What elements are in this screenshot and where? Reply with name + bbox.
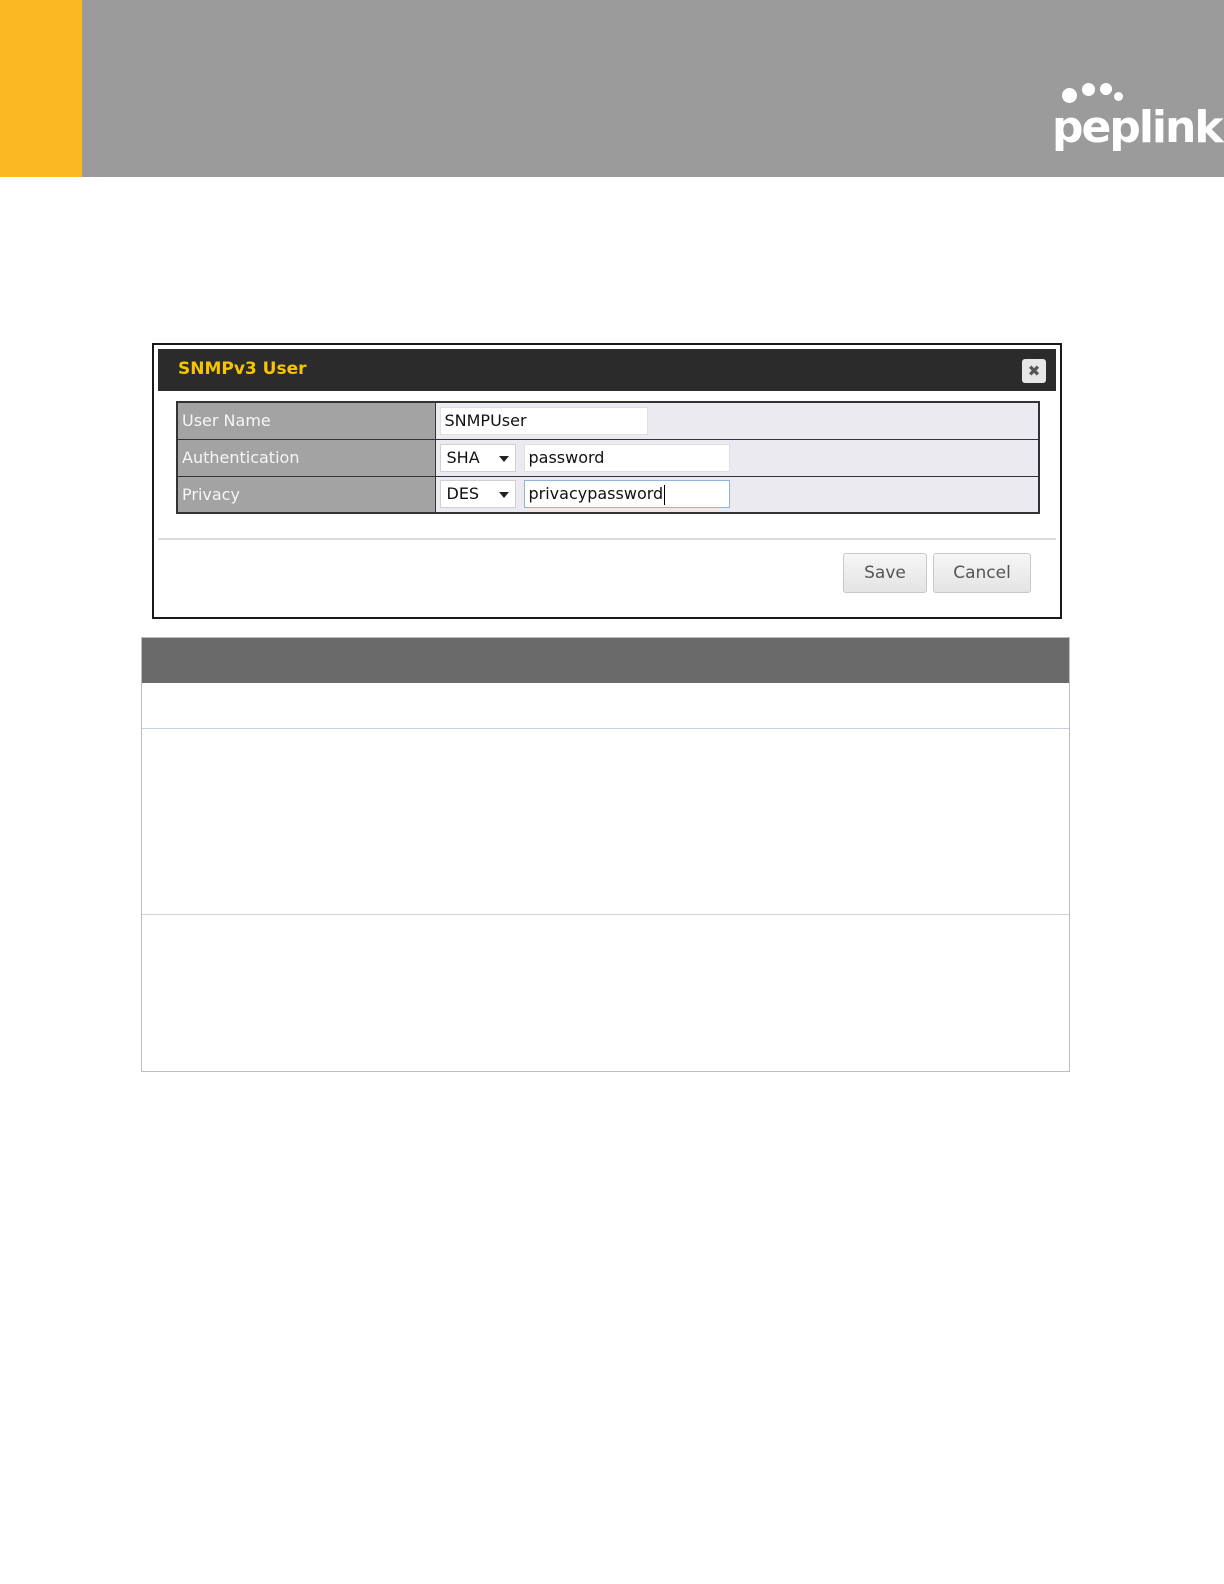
authentication-method-value: SHA: [446, 447, 480, 467]
table-row: [142, 683, 1069, 729]
dialog-title-bar: SNMPv3 User ✖: [158, 349, 1056, 391]
chevron-down-icon: [498, 455, 509, 462]
privacy-password-input[interactable]: privacypassword: [523, 480, 730, 509]
authentication-password-input[interactable]: password: [523, 443, 730, 472]
user-name-cell: SNMPUser: [434, 401, 1040, 440]
user-name-label: User Name: [176, 401, 436, 440]
form-row-authentication: Authentication SHA password: [176, 438, 1040, 477]
table-row: [142, 729, 1069, 915]
dialog-title: SNMPv3 User: [178, 359, 307, 379]
text-cursor: [664, 484, 666, 505]
table-row: [142, 915, 1069, 1071]
close-icon[interactable]: ✖: [1022, 359, 1046, 383]
privacy-label: Privacy: [176, 475, 436, 514]
privacy-method-select[interactable]: DES: [439, 480, 516, 509]
logo-text: peplink: [1052, 102, 1224, 153]
authentication-label: Authentication: [176, 438, 436, 477]
snmpv3-user-dialog: SNMPv3 User ✖ User Name SNMPUser Authent…: [152, 343, 1062, 619]
description-table-header: [142, 638, 1069, 683]
authentication-cell: SHA password: [434, 438, 1040, 477]
privacy-method-value: DES: [446, 484, 480, 504]
cancel-button[interactable]: Cancel: [933, 553, 1031, 593]
authentication-method-select[interactable]: SHA: [439, 443, 516, 472]
form-row-privacy: Privacy DES privacypassword: [176, 475, 1040, 514]
description-table: [141, 637, 1070, 1072]
dialog-divider: [158, 538, 1056, 540]
header-accent-bar: [0, 0, 82, 177]
save-button[interactable]: Save: [843, 553, 927, 593]
chevron-down-icon: [498, 492, 509, 499]
privacy-cell: DES privacypassword: [434, 475, 1040, 514]
privacy-password-value: privacypassword: [528, 484, 664, 504]
form-row-user-name: User Name SNMPUser: [176, 401, 1040, 440]
peplink-logo: peplink: [1052, 78, 1224, 158]
user-name-input[interactable]: SNMPUser: [439, 406, 648, 435]
snmp-user-form: User Name SNMPUser Authentication SHA pas…: [176, 401, 1040, 514]
